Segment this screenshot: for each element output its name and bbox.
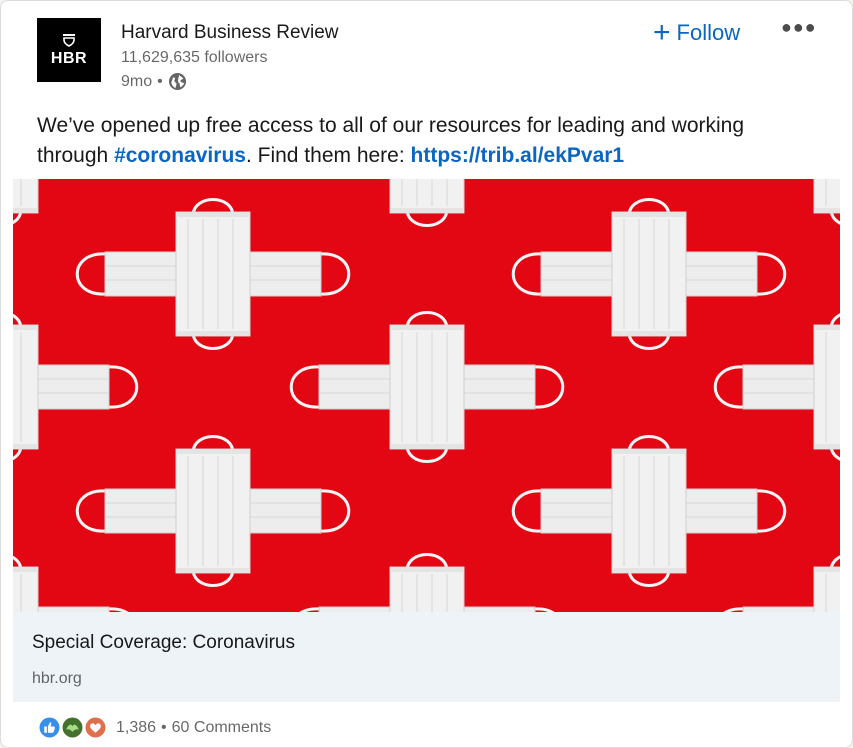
author-name[interactable]: Harvard Business Review xyxy=(121,22,339,44)
link-preview[interactable]: Special Coverage: Coronavirus hbr.org xyxy=(13,612,840,702)
plus-icon: + xyxy=(653,16,671,49)
post-text: We’ve opened up free access to all of ou… xyxy=(37,111,807,171)
globe-icon xyxy=(168,72,186,91)
follow-label: Follow xyxy=(676,20,741,45)
follow-button[interactable]: + Follow xyxy=(653,15,740,51)
post-text-middle: . Find them here: xyxy=(245,144,411,167)
preview-title: Special Coverage: Coronavirus xyxy=(32,632,295,653)
meta-separator: • xyxy=(157,72,163,90)
hbr-logo[interactable]: HBR xyxy=(37,18,101,82)
reactions-count[interactable]: 1,386 xyxy=(116,719,156,737)
shield-icon xyxy=(63,33,75,47)
comments-count[interactable]: 60 Comments xyxy=(172,719,272,737)
post-image[interactable] xyxy=(13,179,840,612)
social-counts: 1,386 • 60 Comments xyxy=(39,717,271,738)
hashtag-link[interactable]: #coronavirus xyxy=(114,144,246,167)
social-separator: • xyxy=(161,718,167,736)
preview-source: hbr.org xyxy=(32,670,82,687)
article-url-link[interactable]: https://trib.al/ekPvar1 xyxy=(411,144,625,167)
face-masks-pattern xyxy=(13,179,840,612)
post-time: 9mo xyxy=(121,72,153,90)
post-meta: 9mo • xyxy=(121,72,187,91)
follower-count: 11,629,635 followers xyxy=(121,49,268,66)
logo-text: HBR xyxy=(50,49,88,67)
like-icon xyxy=(39,717,60,738)
ellipsis-icon[interactable]: ●●● xyxy=(781,17,817,38)
love-icon xyxy=(85,717,106,738)
post-card: HBR Harvard Business Review 11,629,635 f… xyxy=(0,0,853,748)
support-icon xyxy=(62,717,83,738)
reaction-icons[interactable] xyxy=(39,717,108,738)
